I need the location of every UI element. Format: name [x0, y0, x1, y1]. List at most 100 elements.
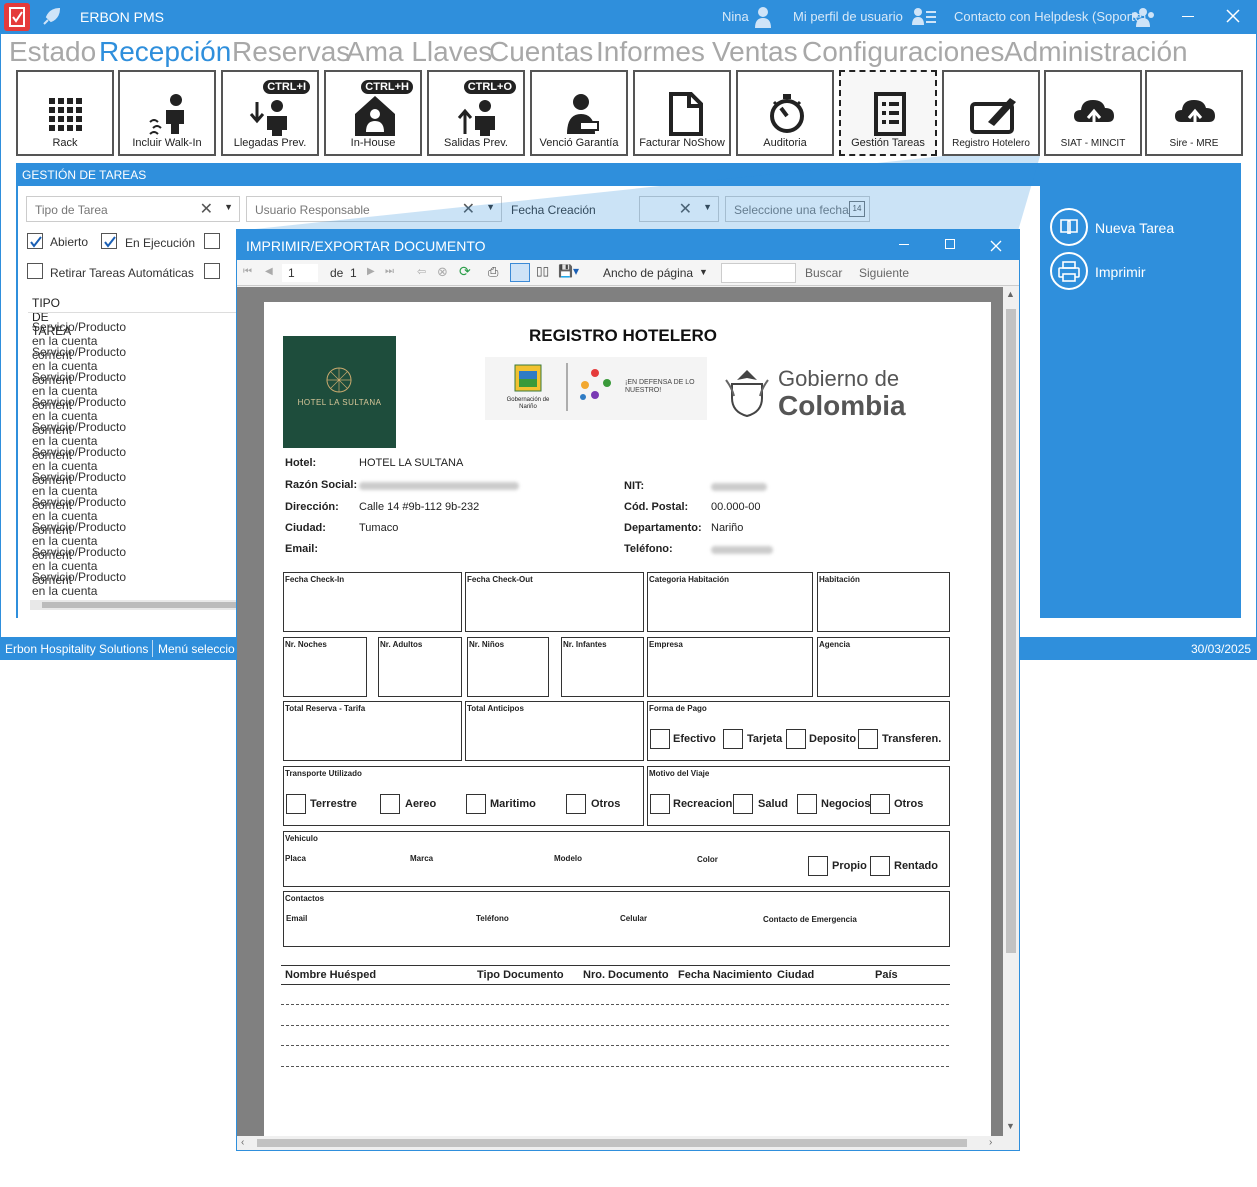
payment-checkbox[interactable] [650, 729, 670, 749]
checkin-box: Fecha Check-In [283, 572, 462, 632]
payment-option: Tarjeta [747, 733, 783, 745]
scroll-left-icon[interactable]: ‹ [241, 1137, 244, 1148]
dialog-minimize-button[interactable] [899, 244, 909, 245]
hotel-value: HOTEL LA SULTANA [359, 457, 464, 469]
payment-method-box: Forma de Pago Efectivo Tarjeta Deposito … [647, 701, 950, 761]
export-icon[interactable]: 💾▾ [558, 264, 579, 278]
zoom-select[interactable]: Ancho de página [603, 266, 693, 280]
field-label: Agencia [819, 640, 851, 649]
guest-row-line [281, 1045, 949, 1046]
payment-option: Efectivo [673, 733, 716, 745]
contact-cell-label: Celular [620, 914, 648, 923]
prev-page-icon[interactable]: ◀ [265, 266, 273, 277]
model-label: Modelo [554, 854, 582, 863]
close-icon [990, 240, 1002, 252]
dialog-title: IMPRIMIR/EXPORTAR DOCUMENTO [246, 238, 486, 254]
next-page-icon[interactable]: ▶ [367, 266, 375, 277]
brand-label: Marca [410, 854, 434, 863]
actions-panel: Nueva Tarea Imprimir [1040, 186, 1241, 618]
field-label: Nr. Noches [285, 640, 327, 649]
company-name: Erbon Hospitality Solutions [5, 642, 149, 656]
company-box: Empresa [647, 637, 813, 697]
page-setup-icon[interactable]: ▯▯ [536, 264, 549, 278]
search-button[interactable]: Buscar [805, 266, 842, 280]
reason-checkbox[interactable] [870, 794, 890, 814]
payment-option: Transferen. [882, 733, 942, 745]
gov-colombia-logo: Gobierno de Colombia [722, 366, 932, 426]
guest-row-line [281, 1025, 949, 1026]
scroll-down-icon[interactable]: ▼ [1006, 1121, 1015, 1131]
field-label: Total Anticipos [467, 704, 524, 713]
checkout-box: Fecha Check-Out [465, 572, 644, 632]
print-label: Imprimir [1095, 264, 1146, 280]
print-icon[interactable]: ⎙ [488, 264, 498, 280]
stop-icon[interactable]: ⊗ [437, 264, 448, 280]
dialog-maximize-button[interactable] [945, 239, 955, 249]
transport-checkbox[interactable] [380, 794, 400, 814]
reason-option: Negocios [821, 798, 871, 810]
field-label: Total Reserva - Tarifa [285, 704, 366, 713]
reason-checkbox[interactable] [797, 794, 817, 814]
dialog-close-button[interactable] [990, 239, 1002, 252]
scroll-up-icon[interactable]: ▲ [1006, 289, 1015, 299]
field-label: Contactos [285, 894, 325, 903]
reason-checkbox[interactable] [650, 794, 670, 814]
viewer-horizontal-scrollbar[interactable]: ‹ › [237, 1136, 1003, 1150]
refresh-icon[interactable]: ⟳ [459, 263, 471, 280]
menu-selected-text: Menú seleccio [158, 642, 235, 656]
narino-logo: Gobernación de Nariño ¡EN DEFENSA DE LO … [485, 357, 707, 420]
adults-box: Nr. Adultos [378, 637, 462, 697]
col-guest-name: Nombre Huésped [285, 969, 377, 981]
transport-checkbox[interactable] [286, 794, 306, 814]
payment-checkbox[interactable] [723, 729, 743, 749]
back-icon[interactable]: ⇦ [417, 265, 426, 278]
transport-option: Maritimo [490, 798, 536, 810]
transport-box: Transporte Utilizado Terrestre Aereo Mar… [283, 766, 644, 826]
chevron-down-icon[interactable]: ▼ [699, 267, 708, 277]
transport-checkbox[interactable] [566, 794, 586, 814]
guest-row-line [281, 1066, 949, 1067]
new-task-label: Nueva Tarea [1095, 220, 1175, 236]
search-input[interactable] [721, 263, 796, 283]
narino-caption: Gobernación de Nariño [506, 397, 550, 410]
page-number-input[interactable]: 1 [282, 264, 318, 282]
scroll-thumb[interactable] [257, 1139, 967, 1147]
report-page: REGISTRO HOTELERO HOTEL LA SULTANA Gober… [264, 302, 991, 1136]
color-label: Color [697, 855, 718, 864]
vehicle-checkbox[interactable] [808, 856, 828, 876]
scroll-thumb[interactable] [1006, 309, 1016, 953]
address-value: Calle 14 #9b-112 9b-232 [359, 501, 480, 513]
hotel-logo: HOTEL LA SULTANA [283, 336, 396, 448]
children-box: Nr. Niños [467, 637, 549, 697]
emergency-contact-label: Contacto de Emergencia [763, 915, 857, 924]
reason-option: Salud [758, 798, 788, 810]
first-page-icon[interactable]: ⏮ [243, 266, 252, 277]
viewer-toolbar: ⏮ ◀ 1 de 1 ▶ ⏭ ⇦ ⊗ ⟳ ⎙ ▯▯ 💾▾ Ancho de pá… [237, 260, 1019, 286]
field-label: Nr. Niños [469, 640, 505, 649]
vertical-scrollbar[interactable]: ▲ ▼ [1003, 287, 1019, 1136]
payment-checkbox[interactable] [786, 729, 806, 749]
page-layout-icon[interactable] [510, 263, 530, 282]
vehicle-checkbox[interactable] [870, 856, 890, 876]
infants-box: Nr. Infantes [561, 637, 644, 697]
col-birth-date: Fecha Nacimiento [678, 969, 773, 981]
next-match-button[interactable]: Siguiente [859, 266, 909, 280]
last-page-icon[interactable]: ⏭ [385, 266, 394, 277]
book-icon [1050, 208, 1088, 246]
nit-label: NIT: [624, 480, 645, 492]
printer-icon [1050, 252, 1088, 290]
scroll-right-icon[interactable]: › [989, 1137, 992, 1148]
transport-checkbox[interactable] [466, 794, 486, 814]
reason-option: Recreacion [673, 798, 733, 810]
new-task-button[interactable]: Nueva Tarea [1050, 208, 1230, 246]
reason-checkbox[interactable] [733, 794, 753, 814]
field-label: Categoria Habitación [649, 575, 730, 584]
narino-slogan: ¡EN DEFENSA DE LO NUESTRO! [625, 379, 695, 394]
col-country: País [875, 969, 898, 981]
guests-header-rule [281, 984, 950, 985]
payment-checkbox[interactable] [858, 729, 878, 749]
razon-social-label: Razón Social: [285, 479, 358, 491]
print-button[interactable]: Imprimir [1050, 252, 1230, 290]
redacted-value [359, 482, 519, 490]
address-label: Dirección: [285, 501, 339, 513]
